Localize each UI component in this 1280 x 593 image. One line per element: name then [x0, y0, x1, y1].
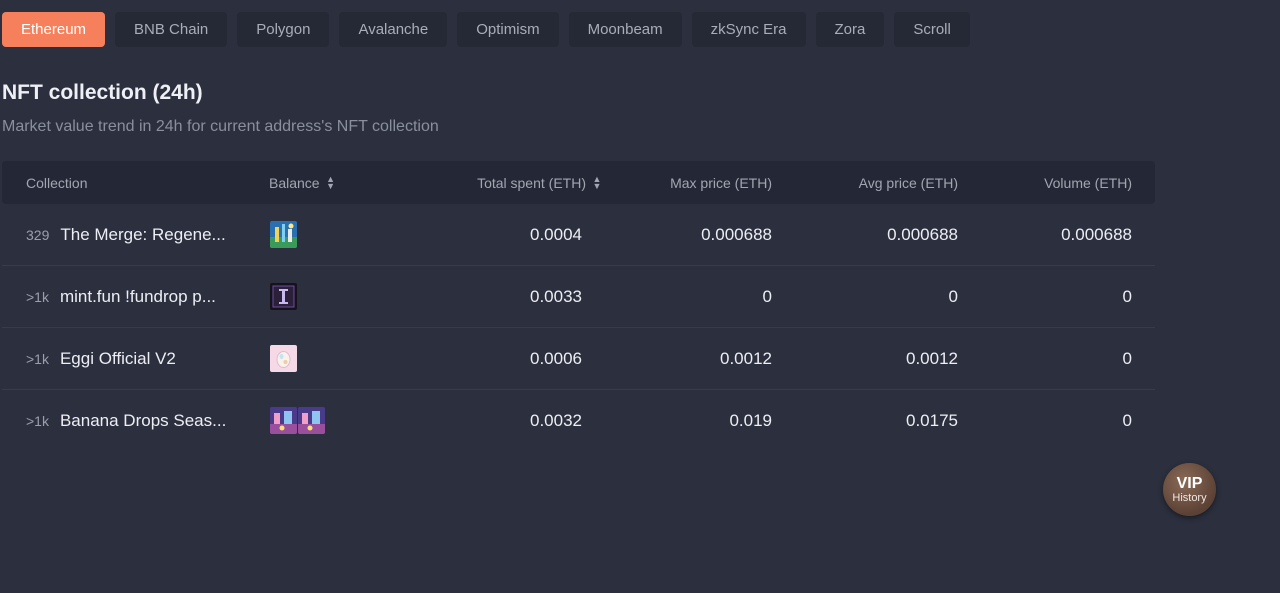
holder-count: 329 [26, 226, 50, 243]
tab-polygon[interactable]: Polygon [237, 12, 330, 47]
total-spent: 0.0004 [530, 224, 582, 244]
header-total-spent[interactable]: Total spent (ETH) ▲ ▼ [477, 161, 602, 204]
balance-cell [270, 204, 297, 265]
vip-history-button[interactable]: VIP History [1163, 463, 1216, 516]
tab-bnb-chain[interactable]: BNB Chain [115, 12, 228, 47]
table-row[interactable]: >1k Eggi Official V2 0.0006 0.0012 0.001… [2, 328, 1155, 390]
total-spent: 0.0033 [530, 286, 582, 306]
header-avg-price: Avg price (ETH) [859, 161, 958, 204]
banana-drop-icon[interactable] [298, 407, 325, 434]
collection-cell: >1k Eggi Official V2 [26, 328, 176, 389]
collection-name[interactable]: The Merge: Regene... [60, 225, 225, 245]
avg-price: 0.0012 [906, 348, 958, 368]
tab-optimism[interactable]: Optimism [457, 12, 559, 47]
balance-cell [270, 390, 325, 451]
header-max-price-label: Max price (ETH) [670, 174, 772, 191]
avg-price: 0.0175 [906, 410, 958, 430]
table-header: Collection Balance ▲ ▼ Total spent (ETH) … [2, 161, 1155, 204]
collection-cell: 329 The Merge: Regene... [26, 204, 226, 265]
avg-price: 0 [948, 286, 958, 306]
header-balance[interactable]: Balance ▲ ▼ [269, 161, 336, 204]
header-collection-label: Collection [26, 174, 88, 191]
table-row[interactable]: >1k mint.fun !fundrop p... 0.0033 0 0 0 [2, 266, 1155, 328]
vip-subtitle: History [1172, 491, 1207, 504]
table-row[interactable]: 329 The Merge: Regene... 0.0004 0.000688… [2, 204, 1155, 266]
tab-zora[interactable]: Zora [815, 12, 885, 47]
collection-name[interactable]: Banana Drops Seas... [60, 411, 226, 431]
header-max-price: Max price (ETH) [670, 161, 772, 204]
total-spent: 0.0006 [530, 348, 582, 368]
collection-name[interactable]: Eggi Official V2 [60, 349, 176, 369]
tab-ethereum[interactable]: Ethereum [2, 12, 106, 47]
header-avg-price-label: Avg price (ETH) [858, 174, 958, 191]
holder-count: >1k [26, 350, 49, 367]
volume: 0 [1122, 410, 1132, 430]
sort-icon[interactable]: ▲ ▼ [592, 174, 602, 190]
section-subtitle: Market value trend in 24h for current ad… [2, 118, 439, 135]
fundrop-pass-icon[interactable] [270, 283, 297, 310]
volume: 0 [1122, 348, 1132, 368]
header-collection: Collection [26, 161, 87, 204]
balance-cell [270, 328, 297, 389]
nft-collection-table: Collection Balance ▲ ▼ Total spent (ETH) … [2, 161, 1155, 451]
volume: 0 [1122, 286, 1132, 306]
collection-cell: >1k mint.fun !fundrop p... [26, 266, 216, 327]
banana-drop-icon[interactable] [270, 407, 297, 434]
max-price: 0.019 [729, 410, 772, 430]
avg-price: 0.000688 [887, 224, 958, 244]
egg-icon[interactable] [270, 345, 297, 372]
tab-scroll[interactable]: Scroll [894, 12, 970, 47]
chain-tabs: Ethereum BNB Chain Polygon Avalanche Opt… [2, 12, 970, 47]
max-price: 0.0012 [720, 348, 772, 368]
collection-name[interactable]: mint.fun !fundrop p... [60, 287, 216, 307]
section-title: NFT collection (24h) [2, 81, 203, 104]
balance-cell [270, 266, 297, 327]
header-volume-label: Volume (ETH) [1044, 174, 1132, 191]
table-row[interactable]: >1k Banana Drops Seas... 0.0032 0.019 0.… [2, 390, 1155, 451]
header-balance-label: Balance [269, 174, 320, 191]
total-spent: 0.0032 [530, 410, 582, 430]
holder-count: >1k [26, 288, 49, 305]
header-total-spent-label: Total spent (ETH) [477, 174, 586, 191]
merge-art-icon[interactable] [270, 221, 297, 248]
tab-moonbeam[interactable]: Moonbeam [568, 12, 682, 47]
tab-avalanche[interactable]: Avalanche [339, 12, 448, 47]
header-volume: Volume (ETH) [1044, 161, 1132, 204]
max-price: 0.000688 [701, 224, 772, 244]
collection-cell: >1k Banana Drops Seas... [26, 390, 226, 451]
vip-title: VIP [1176, 474, 1203, 492]
volume: 0.000688 [1061, 224, 1132, 244]
max-price: 0 [762, 286, 772, 306]
tab-zksync-era[interactable]: zkSync Era [691, 12, 806, 47]
sort-icon[interactable]: ▲ ▼ [326, 174, 336, 190]
holder-count: >1k [26, 412, 49, 429]
